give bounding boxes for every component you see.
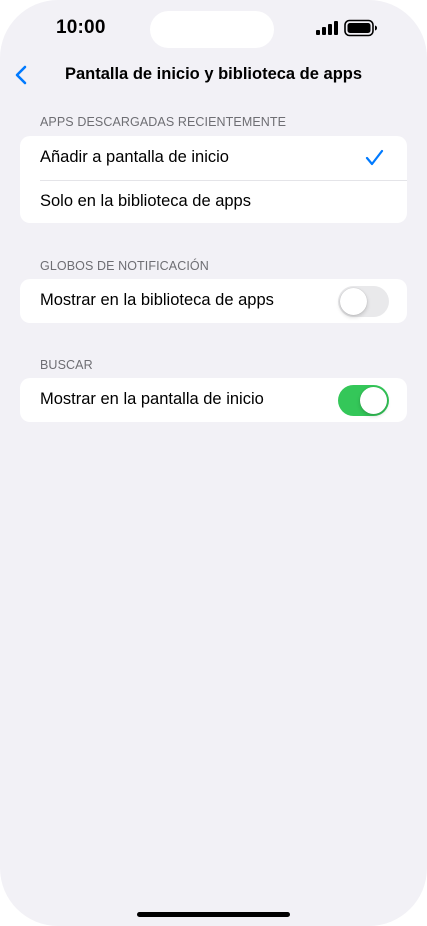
notification-badges-group: Mostrar en la biblioteca de apps: [20, 279, 407, 323]
show-on-home-screen-toggle[interactable]: [338, 385, 389, 416]
row-label: Mostrar en la biblioteca de apps: [40, 291, 274, 310]
option-app-library-only[interactable]: Solo en la biblioteca de apps: [20, 179, 407, 224]
option-label: Solo en la biblioteca de apps: [40, 191, 251, 210]
recent-apps-group: Añadir a pantalla de inicio Solo en la b…: [20, 136, 407, 223]
toggle-knob: [360, 387, 387, 414]
status-time: 10:00: [56, 17, 106, 38]
navigation-bar: Pantalla de inicio y biblioteca de apps: [0, 58, 427, 92]
search-group: Mostrar en la pantalla de inicio: [20, 378, 407, 422]
dynamic-island: [150, 11, 274, 48]
toggle-knob: [340, 288, 367, 315]
phone-screen: 10:00 Pantalla de inicio y biblioteca de…: [0, 0, 427, 926]
section-header-search: BUSCAR: [40, 358, 93, 372]
show-in-app-library-toggle[interactable]: [338, 286, 389, 317]
checkmark-icon: [365, 149, 384, 166]
battery-icon: [344, 19, 377, 37]
home-indicator: [137, 912, 290, 917]
row-label: Mostrar en la pantalla de inicio: [40, 390, 264, 409]
section-header-notification-badges: GLOBOS DE NOTIFICACIÓN: [40, 259, 209, 273]
option-label: Añadir a pantalla de inicio: [40, 148, 229, 167]
option-add-to-home-screen[interactable]: Añadir a pantalla de inicio: [20, 136, 407, 180]
section-header-recent-apps: APPS DESCARGADAS RECIENTEMENTE: [40, 115, 287, 129]
page-title: Pantalla de inicio y biblioteca de apps: [64, 65, 363, 83]
status-bar: 10:00: [0, 0, 427, 58]
show-on-home-screen-row: Mostrar en la pantalla de inicio: [20, 378, 407, 422]
cellular-signal-icon: [316, 21, 338, 35]
show-in-app-library-row: Mostrar en la biblioteca de apps: [20, 279, 407, 323]
